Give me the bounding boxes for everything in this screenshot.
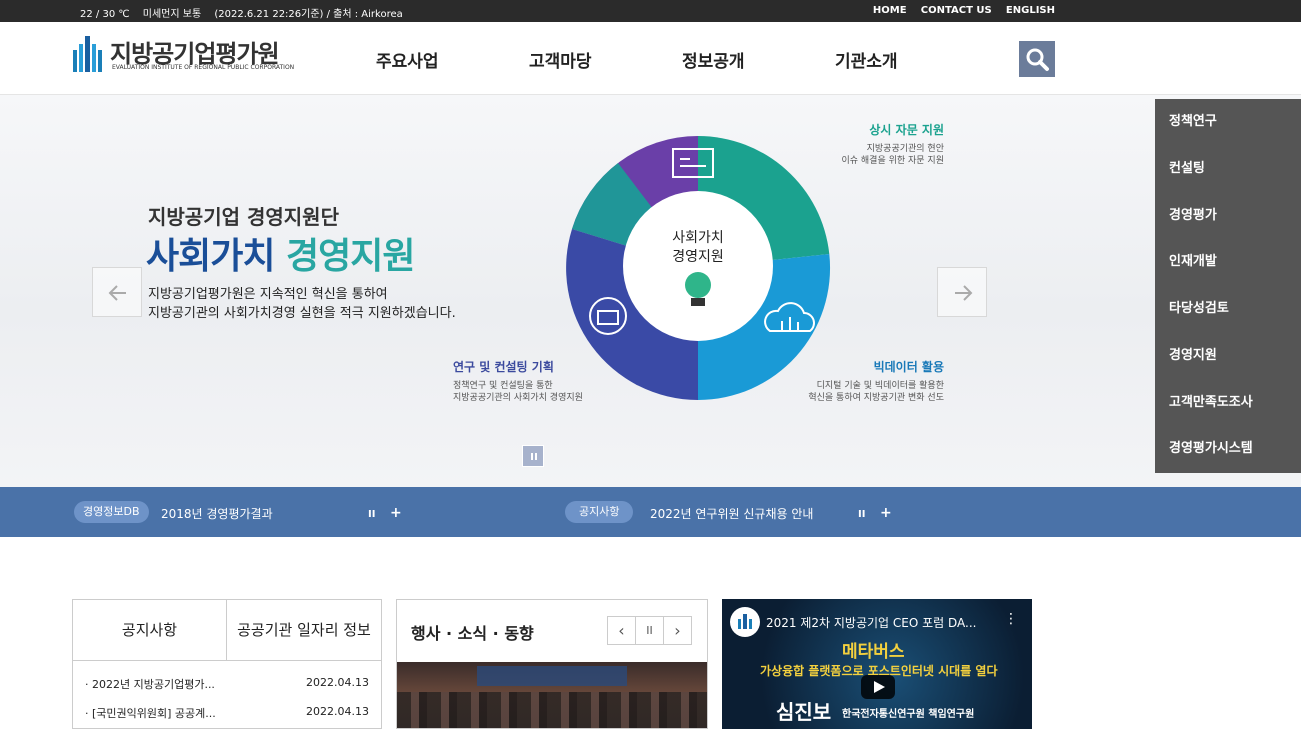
top-info-bar: 22 / 30 ℃ 미세먼지 보통 (2022.6.21 22:26기준) / … [0,0,1301,22]
label-research: 연구 및 컨설팅 기획 정책연구 및 컨설팅을 통한 지방공공기관의 사회가치 … [453,358,583,404]
nav-info-disclosure[interactable]: 정보공개 [682,47,745,72]
top-links: HOME CONTACT US ENGLISH [862,5,1055,16]
event-pause-button[interactable]: II [635,616,664,645]
quick-menu-consulting[interactable]: 컨설팅 [1155,146,1301,193]
label-bigdata-desc2: 혁신을 통하여 지방공기관 변화 선도 [808,393,944,403]
video-affiliation: 한국전자통신연구원 책임연구원 [842,709,975,720]
logo-subtitle: EVALUATION INSTITUTE OF REGIONAL PUBLIC … [112,64,295,71]
event-panel: 행사 · 소식 · 동향 ‹ II › [396,599,708,729]
quick-menu-management-support[interactable]: 경영지원 [1155,333,1301,380]
hero-next-button[interactable] [937,267,987,317]
label-research-desc1: 정책연구 및 컨설팅을 통한 [453,381,553,391]
hero-title: 사회가치 경영지원 [146,227,416,279]
label-research-desc2: 지방공공기관의 사회가치 경영지원 [453,393,583,403]
nav-main-business[interactable]: 주요사업 [376,47,439,72]
video-more-icon[interactable]: ⋮ [1004,611,1018,627]
list-item-title[interactable]: · 2022년 지방공기업평가... [85,676,215,692]
label-advisory: 상시 자문 지원 지방공공기관의 현안 이슈 해결을 위한 자문 지원 [800,121,944,167]
hero-subtitle: 지방공기업 경영지원단 [148,205,339,229]
hero-prev-button[interactable] [92,267,142,317]
arrow-right-icon [955,285,973,301]
logo-icon [73,36,102,72]
weather-info: 22 / 30 ℃ 미세먼지 보통 (2022.6.21 22:26기준) / … [80,5,413,20]
pie-center-text: 사회가치 경영지원 [661,229,735,267]
contact-link[interactable]: CONTACT US [921,5,992,16]
hero-title-part2: 경영지원 [286,236,415,277]
site-logo[interactable]: 지방공기업평가원 EVALUATION INSTITUTE OF REGIONA… [72,34,302,78]
hero-pause-button[interactable] [522,445,544,467]
nav-customer[interactable]: 고객마당 [529,47,592,72]
notice-plus-button[interactable]: + [880,506,892,520]
event-prev-button[interactable]: ‹ [607,616,636,645]
label-research-title: 연구 및 컨설팅 기획 [453,360,554,374]
list-item-date: 2022.04.13 [306,676,369,689]
weather-source: (2022.6.21 22:26기준) / 출처 : Airkorea [214,9,403,20]
temperature: 22 / 30 ℃ [80,9,130,20]
pie-center-line2: 경영지원 [672,249,724,265]
channel-avatar[interactable] [730,607,760,637]
quick-menu-hr-development[interactable]: 인재개발 [1155,239,1301,286]
tab-notice[interactable]: 공지사항 [73,600,227,661]
video-headline: 메타버스 [842,642,905,662]
label-advisory-title: 상시 자문 지원 [869,123,944,137]
home-link[interactable]: HOME [873,5,907,16]
pie-center-line1: 사회가치 [672,230,724,246]
hero-desc-line2: 지방공기관의 사회가치경영 실현을 적극 지원하겠습니다. [148,306,456,321]
notice-badge[interactable]: 공지사항 [565,501,634,523]
hero-desc-line1: 지방공기업평가원은 지속적인 혁신을 통하여 [148,287,388,302]
video-player[interactable]: 2021 제2차 지방공기업 CEO 포럼 DA... ⋮ 메타버스 가상융합 … [722,599,1032,729]
mgmt-db-text[interactable]: 2018년 경영평가결과 [161,505,273,522]
english-link[interactable]: ENGLISH [1006,5,1055,16]
quick-menu-evaluation[interactable]: 경영평가 [1155,193,1301,240]
label-advisory-desc2: 이슈 해결을 위한 자문 지원 [841,156,944,166]
list-item-date: 2022.04.13 [306,705,369,718]
quick-menu: 정책연구 컨설팅 경영평가 인재개발 타당성검토 경영지원 고객만족도조사 경영… [1155,99,1301,473]
video-title[interactable]: 2021 제2차 지방공기업 CEO 포럼 DA... [766,614,976,631]
mgmt-db-plus-button[interactable]: + [390,506,402,520]
mgmt-db-pause-button[interactable]: II [368,508,375,522]
label-advisory-desc1: 지방공공기관의 현안 [866,144,944,154]
notice-pause-button[interactable]: II [858,508,865,522]
nav-about[interactable]: 기관소개 [835,47,898,72]
quick-menu-policy-research[interactable]: 정책연구 [1155,99,1301,146]
event-panel-title: 행사 · 소식 · 동향 [411,624,534,643]
quick-menu-evaluation-system[interactable]: 경영평가시스템 [1155,426,1301,473]
list-item-title[interactable]: · [국민권익위원회] 공공계... [85,705,216,721]
search-button[interactable] [1019,41,1055,77]
play-button[interactable] [861,675,895,699]
notice-bar: 경영정보DB 2018년 경영평가결과 II + 공지사항 2022년 연구위원… [0,487,1301,537]
event-next-button[interactable]: › [663,616,692,645]
quick-menu-feasibility[interactable]: 타당성검토 [1155,286,1301,333]
channel-logo-icon [738,614,752,629]
notice-text[interactable]: 2022년 연구위원 신규채용 안내 [650,505,813,522]
event-photo[interactable] [397,662,707,728]
label-bigdata: 빅데이터 활용 디지털 기술 및 빅데이터를 활용한 혁신을 통하여 지방공기관… [780,358,944,404]
site-header: 지방공기업평가원 EVALUATION INSTITUTE OF REGIONA… [0,22,1301,95]
fine-dust-status: 미세먼지 보통 [142,9,202,20]
hero-description: 지방공기업평가원은 지속적인 혁신을 통하여 지방공기관의 사회가치경영 실현을… [148,285,456,323]
tab-job-info[interactable]: 공공기관 일자리 정보 [227,600,381,661]
search-icon [1026,48,1049,71]
quick-menu-satisfaction-survey[interactable]: 고객만족도조사 [1155,380,1301,427]
arrow-left-icon [108,285,126,301]
notice-panel: 공지사항 공공기관 일자리 정보 · 2022년 지방공기업평가... 2022… [72,599,382,729]
hero-title-part1: 사회가치 [146,236,275,277]
label-bigdata-title: 빅데이터 활용 [873,360,944,374]
label-bigdata-desc1: 디지털 기술 및 빅데이터를 활용한 [816,381,944,391]
notice-tabs: 공지사항 공공기관 일자리 정보 [73,600,381,661]
hero-banner: 지방공기업 경영지원단 사회가치 경영지원 지방공기업평가원은 지속적인 혁신을… [0,95,1301,487]
mgmt-db-badge[interactable]: 경영정보DB [74,501,149,523]
